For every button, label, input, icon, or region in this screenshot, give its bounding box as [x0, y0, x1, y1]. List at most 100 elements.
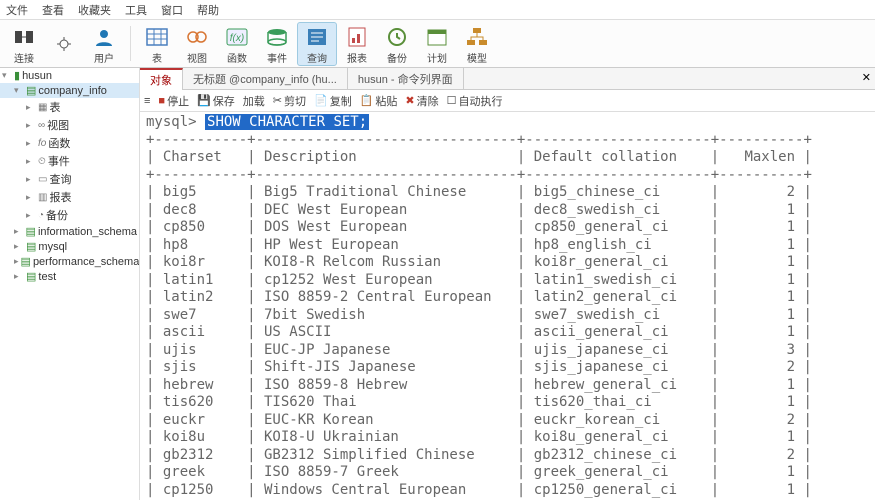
tabbar: 对象无标题 @company_info (hu...husun - 命令列界面 ✕ — [140, 68, 875, 90]
new-query-button[interactable] — [44, 22, 84, 66]
tool-label: 报表 — [347, 50, 367, 65]
disclosure-icon: ▸ — [26, 120, 36, 131]
user-icon — [91, 24, 117, 50]
tab-husun - 命令列界面[interactable]: husun - 命令列界面 — [348, 68, 464, 90]
report-button[interactable]: 报表 — [337, 22, 377, 66]
tree-node-table[interactable]: ▸▦表 — [0, 98, 139, 116]
tree-label: information_schema — [38, 226, 137, 238]
event-icon — [264, 24, 290, 50]
tree-node-backup[interactable]: ▸◔备份 — [0, 206, 139, 224]
backup-button[interactable]: 备份 — [377, 22, 417, 66]
disclosure-icon: ▸ — [26, 192, 36, 203]
tool-label: 查询 — [307, 50, 327, 65]
database-icon: ▤ — [26, 225, 36, 238]
autorun-toggle[interactable]: ☐ 自动执行 — [447, 93, 503, 109]
console-output[interactable]: mysql> SHOW CHARACTER SET; +-----------+… — [140, 112, 875, 500]
tree-label: performance_schema — [33, 256, 139, 268]
tree-label: mysql — [38, 241, 67, 253]
tab-close-button[interactable]: ✕ — [862, 71, 871, 84]
tool-label: 计划 — [427, 50, 447, 65]
menu-文件[interactable]: 文件 — [6, 2, 28, 18]
menu-帮助[interactable]: 帮助 — [197, 2, 219, 18]
menubar: 文件查看收藏夹工具窗口帮助 — [0, 0, 875, 20]
tree-node-query[interactable]: ▸▭查询 — [0, 170, 139, 188]
function-icon: f(x) — [224, 24, 250, 50]
model-icon — [464, 24, 490, 50]
tree-label: 事件 — [48, 153, 70, 169]
svg-text:f(x): f(x) — [230, 33, 244, 44]
query-icon: ▭ — [38, 174, 47, 185]
disclosure-icon: ▾ — [2, 70, 12, 81]
tree-db-company_info[interactable]: ▾▤company_info — [0, 83, 139, 98]
tree-node-report[interactable]: ▸▥报表 — [0, 188, 139, 206]
connect-button[interactable]: 连接 — [4, 22, 44, 66]
tree-label: 备份 — [46, 207, 68, 223]
tool-label: 备份 — [387, 50, 407, 65]
disclosure-icon: ▸ — [14, 256, 19, 267]
save-button[interactable]: 💾 保存 — [197, 93, 235, 109]
disclosure-icon: ▸ — [14, 271, 24, 282]
database-icon: ▤ — [26, 270, 36, 283]
user-button[interactable]: 用户 — [84, 22, 124, 66]
main-toolbar: 连接 用户 表 视图 f(x) 函数 事件 查询 报表 备份 计划 模型 — [0, 20, 875, 68]
table-icon: ▦ — [38, 102, 47, 113]
cut-button[interactable]: ✂ 剪切 — [273, 93, 306, 109]
schedule-button[interactable]: 计划 — [417, 22, 457, 66]
tree-db-test[interactable]: ▸▤test — [0, 269, 139, 284]
sql-command: SHOW CHARACTER SET; — [205, 114, 369, 130]
schedule-icon — [424, 24, 450, 50]
backup-icon: ◔ — [38, 210, 44, 221]
server-icon: ▮ — [14, 69, 20, 82]
tree-label: 视图 — [47, 117, 69, 133]
function-button[interactable]: f(x) 函数 — [217, 22, 257, 66]
tool-label: 模型 — [467, 50, 487, 65]
menu-窗口[interactable]: 窗口 — [161, 2, 183, 18]
stop-button[interactable]: ■ 停止 — [158, 93, 189, 109]
tree-db-mysql[interactable]: ▸▤mysql — [0, 239, 139, 254]
tree-node-view[interactable]: ▸∞视图 — [0, 116, 139, 134]
paste-button[interactable]: 📋 粘贴 — [360, 93, 398, 109]
tool-label: 连接 — [14, 50, 34, 65]
tool-label: 事件 — [267, 50, 287, 65]
backup-icon — [384, 24, 410, 50]
disclosure-icon: ▸ — [14, 226, 24, 237]
menu-收藏夹[interactable]: 收藏夹 — [78, 2, 111, 18]
report-icon — [344, 24, 370, 50]
tree-node-event[interactable]: ▸⏲事件 — [0, 152, 139, 170]
connect-icon — [11, 24, 37, 50]
view-button[interactable]: 视图 — [177, 22, 217, 66]
view-icon: ∞ — [38, 120, 45, 131]
menu-查看[interactable]: 查看 — [42, 2, 64, 18]
tab-无标题 @company_info (hu...[interactable]: 无标题 @company_info (hu... — [183, 68, 348, 90]
load-button[interactable]: 加载 — [243, 93, 265, 109]
tree-label: 函数 — [48, 135, 70, 151]
tree-db-performance_schema[interactable]: ▸▤performance_schema — [0, 254, 139, 269]
disclosure-icon: ▸ — [26, 174, 36, 185]
copy-button[interactable]: 📄 复制 — [314, 93, 352, 109]
model-button[interactable]: 模型 — [457, 22, 497, 66]
tool-label: 表 — [152, 50, 162, 65]
query-button[interactable]: 查询 — [297, 22, 337, 66]
disclosure-icon: ▸ — [26, 210, 36, 221]
tree-connection[interactable]: ▾▮husun — [0, 68, 139, 83]
event-button[interactable]: 事件 — [257, 22, 297, 66]
clear-button[interactable]: ✖ 清除 — [405, 93, 438, 109]
tool-label: 函数 — [227, 50, 247, 65]
tree-label: 表 — [49, 99, 60, 115]
tree-node-fx[interactable]: ▸fo函数 — [0, 134, 139, 152]
tree-label: husun — [22, 70, 52, 82]
disclosure-icon: ▸ — [14, 241, 24, 252]
menu-icon[interactable]: ≡ — [144, 95, 150, 107]
sidebar: ▾▮husun▾▤company_info▸▦表▸∞视图▸fo函数▸⏲事件▸▭查… — [0, 68, 140, 500]
view-icon — [184, 24, 210, 50]
tab-对象[interactable]: 对象 — [140, 68, 183, 90]
disclosure-icon: ▸ — [26, 156, 36, 167]
tool-label: 用户 — [94, 50, 114, 65]
database-icon: ▤ — [26, 84, 36, 97]
tree-label: company_info — [38, 85, 107, 97]
table-icon — [144, 24, 170, 50]
tree-db-information_schema[interactable]: ▸▤information_schema — [0, 224, 139, 239]
tool-label: 视图 — [187, 50, 207, 65]
table-button[interactable]: 表 — [137, 22, 177, 66]
menu-工具[interactable]: 工具 — [125, 2, 147, 18]
